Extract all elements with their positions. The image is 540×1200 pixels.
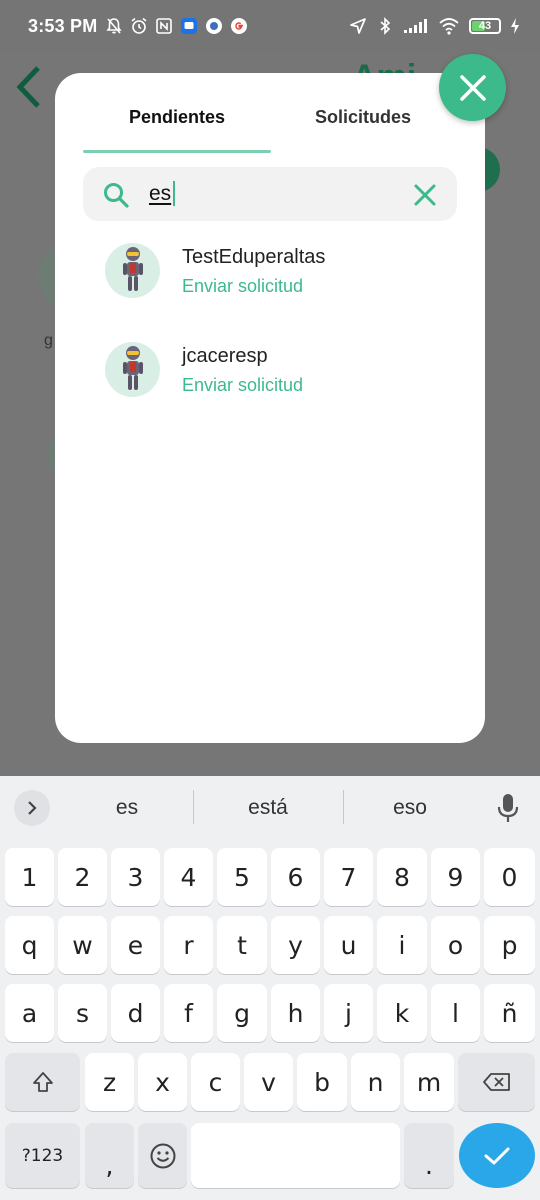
alarm-clock-icon bbox=[130, 17, 148, 35]
shift-key[interactable] bbox=[5, 1053, 80, 1111]
key-1[interactable]: 1 bbox=[5, 848, 54, 906]
key-a[interactable]: a bbox=[5, 984, 54, 1042]
search-input[interactable] bbox=[149, 181, 399, 207]
key-o[interactable]: o bbox=[431, 916, 480, 974]
clear-search-icon[interactable] bbox=[413, 183, 437, 212]
key-r[interactable]: r bbox=[164, 916, 213, 974]
send-request-link[interactable]: Enviar solicitud bbox=[182, 375, 303, 396]
divider bbox=[193, 790, 194, 824]
key-j[interactable]: j bbox=[324, 984, 373, 1042]
back-arrow-icon bbox=[12, 62, 42, 115]
list-item[interactable]: jcaceresp Enviar solicitud bbox=[105, 340, 445, 400]
emoji-icon bbox=[150, 1143, 175, 1168]
key-f[interactable]: f bbox=[164, 984, 213, 1042]
emoji-key[interactable] bbox=[138, 1123, 187, 1188]
shift-arrow-icon bbox=[32, 1072, 53, 1092]
background-text: g bbox=[44, 332, 53, 349]
username: jcaceresp bbox=[182, 345, 268, 367]
robot-avatar-icon bbox=[105, 243, 160, 298]
signal-icon bbox=[403, 17, 429, 35]
chevron-right-icon bbox=[28, 801, 37, 815]
key-d[interactable]: d bbox=[111, 984, 160, 1042]
list-item[interactable]: TestEduperaltas Enviar solicitud bbox=[105, 241, 445, 301]
divider bbox=[343, 790, 344, 824]
status-time: 3:53 PM bbox=[28, 15, 98, 36]
tab-pendientes[interactable]: Pendientes bbox=[83, 107, 271, 128]
period-key[interactable]: . bbox=[404, 1123, 454, 1188]
key-n[interactable]: n bbox=[351, 1053, 400, 1111]
search-users-modal: Pendientes Solicitudes TestEduper bbox=[55, 73, 485, 743]
tab-solicitudes[interactable]: Solicitudes bbox=[269, 107, 457, 128]
search-icon bbox=[102, 181, 130, 214]
symbols-key[interactable]: ?123 bbox=[5, 1123, 80, 1188]
space-key[interactable] bbox=[191, 1123, 400, 1188]
app-icon bbox=[205, 17, 223, 35]
key-q[interactable]: q bbox=[5, 916, 54, 974]
expand-toolbar-button[interactable] bbox=[14, 790, 50, 826]
key-8[interactable]: 8 bbox=[377, 848, 427, 906]
checkmark-icon bbox=[484, 1147, 510, 1164]
key-4[interactable]: 4 bbox=[164, 848, 213, 906]
google-icon bbox=[230, 17, 248, 35]
key-9[interactable]: 9 bbox=[431, 848, 480, 906]
suggestion-2[interactable]: está bbox=[203, 796, 333, 820]
key-2[interactable]: 2 bbox=[58, 848, 107, 906]
search-bar bbox=[83, 167, 457, 221]
nfc-icon bbox=[155, 17, 173, 35]
notification-icons bbox=[105, 17, 248, 35]
microphone-icon[interactable] bbox=[495, 792, 521, 829]
key-v[interactable]: v bbox=[244, 1053, 293, 1111]
robot-avatar-icon bbox=[105, 342, 160, 397]
key-u[interactable]: u bbox=[324, 916, 373, 974]
key-i[interactable]: i bbox=[377, 916, 427, 974]
battery-indicator: 43 bbox=[469, 18, 501, 34]
key-g[interactable]: g bbox=[217, 984, 267, 1042]
bolt-icon bbox=[510, 17, 520, 35]
key-ñ[interactable]: ñ bbox=[484, 984, 535, 1042]
bluetooth-icon bbox=[376, 17, 394, 35]
location-icon bbox=[349, 17, 367, 35]
key-m[interactable]: m bbox=[404, 1053, 454, 1111]
key-c[interactable]: c bbox=[191, 1053, 240, 1111]
alarm-off-icon bbox=[105, 17, 123, 35]
key-h[interactable]: h bbox=[271, 984, 320, 1042]
comma-key[interactable]: , bbox=[85, 1123, 134, 1188]
key-e[interactable]: e bbox=[111, 916, 160, 974]
key-5[interactable]: 5 bbox=[217, 848, 267, 906]
key-0[interactable]: 0 bbox=[484, 848, 535, 906]
wifi-icon bbox=[438, 17, 460, 35]
messages-icon bbox=[180, 17, 198, 35]
tab-bar: Pendientes Solicitudes bbox=[55, 73, 485, 153]
system-icons: 43 bbox=[349, 17, 520, 35]
enter-button[interactable] bbox=[459, 1123, 535, 1188]
suggestion-bar: es está eso bbox=[0, 776, 540, 838]
key-3[interactable]: 3 bbox=[111, 848, 160, 906]
suggestion-1[interactable]: es bbox=[62, 796, 192, 820]
close-icon bbox=[459, 74, 486, 101]
key-t[interactable]: t bbox=[217, 916, 267, 974]
key-l[interactable]: l bbox=[431, 984, 480, 1042]
key-x[interactable]: x bbox=[138, 1053, 187, 1111]
backspace-key[interactable] bbox=[458, 1053, 535, 1111]
key-z[interactable]: z bbox=[85, 1053, 134, 1111]
key-y[interactable]: y bbox=[271, 916, 320, 974]
username: TestEduperaltas bbox=[182, 246, 326, 268]
key-b[interactable]: b bbox=[297, 1053, 347, 1111]
send-request-link[interactable]: Enviar solicitud bbox=[182, 276, 303, 297]
text-cursor bbox=[173, 181, 175, 206]
soft-keyboard: es está eso 1 2 3 4 5 6 7 8 9 0 q w e r … bbox=[0, 776, 540, 1200]
backspace-icon bbox=[482, 1073, 510, 1091]
close-modal-button[interactable] bbox=[439, 54, 506, 121]
status-bar: 3:53 PM 43 bbox=[0, 0, 540, 52]
active-tab-indicator bbox=[83, 150, 271, 153]
key-k[interactable]: k bbox=[377, 984, 427, 1042]
key-6[interactable]: 6 bbox=[271, 848, 320, 906]
key-p[interactable]: p bbox=[484, 916, 535, 974]
key-7[interactable]: 7 bbox=[324, 848, 373, 906]
key-s[interactable]: s bbox=[58, 984, 107, 1042]
suggestion-3[interactable]: eso bbox=[345, 796, 475, 820]
key-w[interactable]: w bbox=[58, 916, 107, 974]
